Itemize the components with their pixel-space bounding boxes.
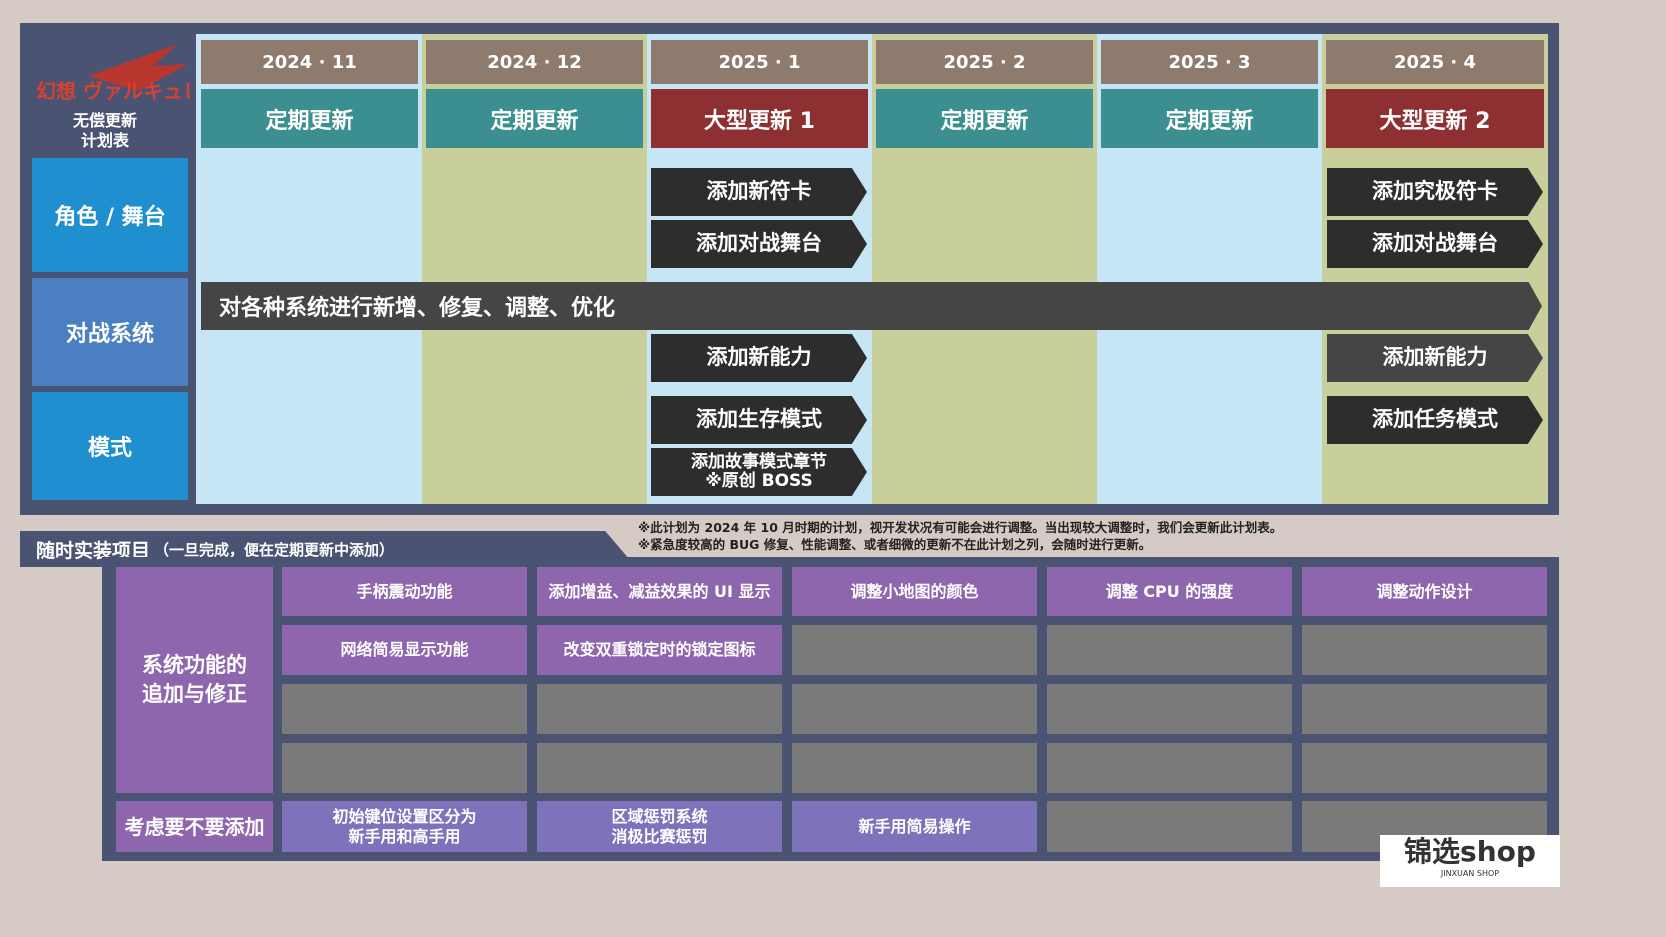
system-item: 改变双重锁定时的锁定图标 — [537, 625, 782, 675]
empty-slot — [537, 684, 782, 734]
row-label-system: 系统功能的 追加与修正 — [116, 567, 273, 793]
note-1: ※此计划为 2024 年 10 月时期的计划，视开发状况有可能会进行调整。当出现… — [638, 520, 1283, 535]
item-new-ability: 添加新能力 — [651, 334, 867, 382]
plan-title-line2: 计划表 — [80, 131, 129, 150]
empty-slot — [1047, 743, 1292, 793]
month-header: 2024 · 12 — [426, 40, 643, 84]
logo-emblem-icon: 幻想 ヴァルキュレ — [36, 44, 203, 103]
empty-slot — [792, 684, 1037, 734]
consider-item: 区域惩罚系统 消极比赛惩罚 — [537, 801, 782, 852]
story-line1: 添加故事模式章节 — [691, 452, 827, 473]
category-mode: 模式 — [30, 390, 190, 502]
game-logo: 幻想 ヴァルキュレ — [28, 36, 203, 108]
empty-slot — [792, 625, 1037, 675]
update-type: 定期更新 — [201, 89, 418, 148]
empty-slot — [537, 743, 782, 793]
empty-slot — [792, 743, 1037, 793]
empty-slot — [1047, 625, 1292, 675]
month-header: 2025 · 4 — [1326, 40, 1544, 84]
shop-brand: 锦选shop — [1404, 835, 1536, 868]
item-new-card: 添加新符卡 — [651, 168, 867, 216]
system-item: 调整 CPU 的强度 — [1047, 567, 1292, 616]
story-line2: ※原创 BOSS — [705, 471, 813, 491]
note-2: ※紧急度较高的 BUG 修复、性能调整、或者细微的更新不在此计划之列，会随时进行… — [638, 537, 1152, 552]
consider-item: 新手用简易操作 — [792, 801, 1037, 852]
empty-slot — [1302, 684, 1547, 734]
shop-sub: JINXUAN SHOP — [1440, 869, 1500, 878]
update-type: 定期更新 — [1101, 89, 1318, 148]
month-header: 2024 · 11 — [201, 40, 418, 84]
month-header: 2025 · 3 — [1101, 40, 1318, 84]
category-battle-system: 对战系统 — [30, 276, 190, 388]
item-mission-mode: 添加任务模式 — [1327, 396, 1543, 444]
month-header: 2025 · 1 — [651, 40, 868, 84]
plan-title: 无偿更新 计划表 — [28, 111, 182, 155]
system-item: 添加增益、减益效果的 UI 显示 — [537, 567, 782, 616]
empty-slot — [282, 743, 527, 793]
update-type: 大型更新 1 — [651, 89, 868, 148]
notes: ※此计划为 2024 年 10 月时期的计划，视开发状况有可能会进行调整。当出现… — [638, 519, 1438, 553]
logo-text: 幻想 ヴァルキュレ — [36, 79, 190, 103]
empty-slot — [1302, 625, 1547, 675]
plan-title-line1: 无偿更新 — [72, 111, 137, 130]
empty-slot — [282, 684, 527, 734]
month-header: 2025 · 2 — [876, 40, 1093, 84]
item-ultimate-card: 添加究极符卡 — [1327, 168, 1543, 216]
update-type: 大型更新 2 — [1326, 89, 1544, 148]
row-label-consider: 考虑要不要添加 — [116, 801, 273, 852]
empty-slot — [1302, 743, 1547, 793]
update-type: 定期更新 — [876, 89, 1093, 148]
system-bar: 对各种系统进行新增、修复、调整、优化 — [201, 282, 1542, 330]
item-survival-mode: 添加生存模式 — [651, 396, 867, 444]
empty-slot — [1047, 801, 1292, 852]
update-type: 定期更新 — [426, 89, 643, 148]
system-item: 调整动作设计 — [1302, 567, 1547, 616]
item-battle-stage: 添加对战舞台 — [1327, 220, 1543, 268]
system-item: 调整小地图的颜色 — [792, 567, 1037, 616]
empty-slot — [1047, 684, 1292, 734]
category-character-stage: 角色 / 舞台 — [30, 156, 190, 274]
system-item: 网络简易显示功能 — [282, 625, 527, 675]
system-item: 手柄震动功能 — [282, 567, 527, 616]
consider-item: 初始键位设置区分为 新手用和高手用 — [282, 801, 527, 852]
item-battle-stage: 添加对战舞台 — [651, 220, 867, 268]
item-story-mode: 添加故事模式章节 ※原创 BOSS — [651, 448, 867, 496]
shop-watermark: 锦选shop JINXUAN SHOP — [1380, 835, 1560, 887]
item-new-ability: 添加新能力 — [1327, 334, 1543, 382]
